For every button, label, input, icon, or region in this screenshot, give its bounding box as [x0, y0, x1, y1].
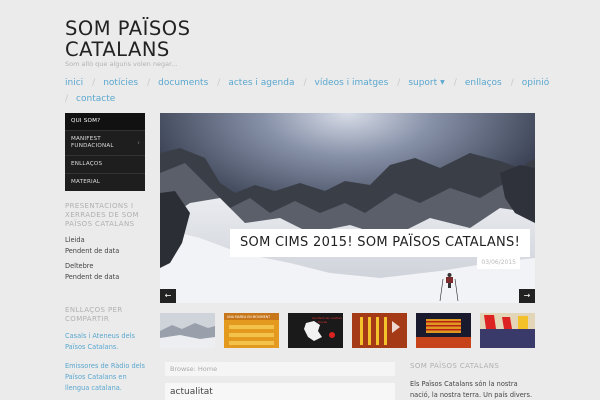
submenu-item-label: MATERIAL: [71, 179, 101, 185]
main-nav: inici / notícies / documents / actes i a…: [65, 75, 549, 107]
about-widget: SOM PAÏSOS CATALANS Els Països Catalans …: [410, 362, 535, 400]
nav-separator: /: [453, 78, 457, 88]
site-tagline: Som allò que alguns volen negar...: [65, 60, 178, 68]
event-place: Deltebre: [65, 262, 94, 270]
arrow-right-icon: →: [523, 291, 531, 300]
nav-item-videos[interactable]: vídeos i imatges: [315, 75, 389, 91]
thumbnail-text: Ajuntem les nostres: [312, 316, 342, 320]
event-date: Pendent de data: [65, 273, 120, 281]
event-date: Pendent de data: [65, 247, 120, 255]
thumbnail-image: [160, 313, 215, 348]
nav-separator: /: [92, 78, 96, 88]
submenu-item-label: FUNDACIONAL: [71, 143, 114, 149]
submenu-item-label: ENLLAÇOS: [71, 161, 103, 167]
links-widget: ENLLAÇOS PER COMPARTIR Casals i Ateneus …: [65, 306, 145, 400]
nav-separator: /: [510, 78, 514, 88]
nav-separator: /: [65, 94, 69, 104]
main-content: actualitat: [165, 383, 395, 400]
nav-item-opinio[interactable]: opinió: [522, 75, 549, 91]
nav-separator: /: [217, 78, 221, 88]
submenu-item-manifest[interactable]: MANIFEST FUNDACIONAL ›: [65, 131, 145, 156]
site-title[interactable]: SOM PAÏSOS CATALANS: [65, 18, 265, 60]
nav-item-inici[interactable]: inici: [65, 75, 83, 91]
site-title-line1: SOM PAÏSOS: [65, 17, 191, 40]
featured-slider[interactable]: SOM CIMS 2015! SOM PAÏSOS CATALANS! 03/0…: [160, 113, 535, 303]
sidebar-submenu: QUI SOM? MANIFEST FUNDACIONAL › ENLLAÇOS…: [65, 113, 145, 191]
nav-item-suport-label: suport: [408, 77, 438, 88]
thumbnail-text: UNA MAREA EN MOVIMENT: [227, 315, 270, 319]
nav-item-suport[interactable]: suport ▼: [408, 75, 444, 92]
nav-row-1: inici / notícies / documents / actes i a…: [65, 75, 549, 92]
events-widget: PRESENTACIONS I XERRADES DE SOM PAÏSOS C…: [65, 202, 145, 287]
site-title-line2: CATALANS: [65, 38, 170, 61]
event-item: Lleida Pendent de data: [65, 235, 145, 257]
section-title: actualitat: [170, 387, 213, 397]
events-widget-title: PRESENTACIONS I XERRADES DE SOM PAÏSOS C…: [65, 202, 139, 228]
slide-image: [160, 113, 535, 303]
about-widget-text: Els Països Catalans són la nostra nació,…: [410, 380, 533, 399]
event-place: Lleida: [65, 236, 85, 244]
nav-row-2: / contacte: [65, 91, 545, 107]
slider-thumbnails: UNA MAREA EN MOVIMENT Ajuntem les nostre…: [160, 313, 535, 348]
thumbnail-image: UNA MAREA EN MOVIMENT: [224, 313, 279, 348]
nav-item-contacte[interactable]: contacte: [76, 91, 115, 107]
nav-item-enllacos[interactable]: enllaços: [465, 75, 502, 91]
slide-caption[interactable]: SOM CIMS 2015! SOM PAÏSOS CATALANS!: [230, 229, 531, 257]
thumbnail-4[interactable]: [352, 313, 407, 348]
thumbnail-5[interactable]: [416, 313, 471, 348]
thumbnail-text: forces: [318, 320, 328, 324]
submenu-item-qui-som[interactable]: QUI SOM?: [65, 113, 145, 131]
nav-separator: /: [397, 78, 401, 88]
about-widget-title: SOM PAÏSOS CATALANS: [410, 362, 500, 370]
thumbnail-1[interactable]: [160, 313, 215, 348]
nav-separator: /: [303, 78, 307, 88]
slide-date: 03/06/2015: [477, 257, 520, 269]
breadcrumb: Browse: Home: [165, 362, 395, 376]
submenu-item-enllacos[interactable]: ENLLAÇOS: [65, 156, 145, 174]
thumbnail-image: Ajuntem les nostres forces: [288, 313, 343, 348]
link-emissores[interactable]: Emissores de Ràdio dels Països Catalans …: [65, 361, 145, 394]
link-casals[interactable]: Casals i Ateneus dels Països Catalans.: [65, 331, 145, 353]
event-item: Deltebre Pendent de data: [65, 261, 145, 283]
nav-item-actes[interactable]: actes i agenda: [228, 75, 294, 91]
thumbnail-image: [480, 313, 535, 348]
chevron-right-icon: ›: [137, 139, 140, 147]
thumbnail-2[interactable]: UNA MAREA EN MOVIMENT: [224, 313, 279, 348]
thumbnail-image: [352, 313, 407, 348]
thumbnail-6[interactable]: [480, 313, 535, 348]
nav-item-noticies[interactable]: notícies: [103, 75, 138, 91]
arrow-left-icon: ←: [164, 291, 172, 300]
submenu-item-material[interactable]: MATERIAL: [65, 174, 145, 191]
submenu-item-label: MANIFEST: [71, 136, 101, 142]
chevron-down-icon: ▼: [440, 78, 445, 86]
slider-next-button[interactable]: →: [519, 289, 535, 303]
links-widget-title: ENLLAÇOS PER COMPARTIR: [65, 306, 123, 323]
nav-separator: /: [147, 78, 151, 88]
thumbnail-image: [416, 313, 471, 348]
nav-item-documents[interactable]: documents: [158, 75, 208, 91]
submenu-item-label: QUI SOM?: [71, 118, 101, 124]
slider-prev-button[interactable]: ←: [160, 289, 176, 303]
thumbnail-3[interactable]: Ajuntem les nostres forces: [288, 313, 343, 348]
